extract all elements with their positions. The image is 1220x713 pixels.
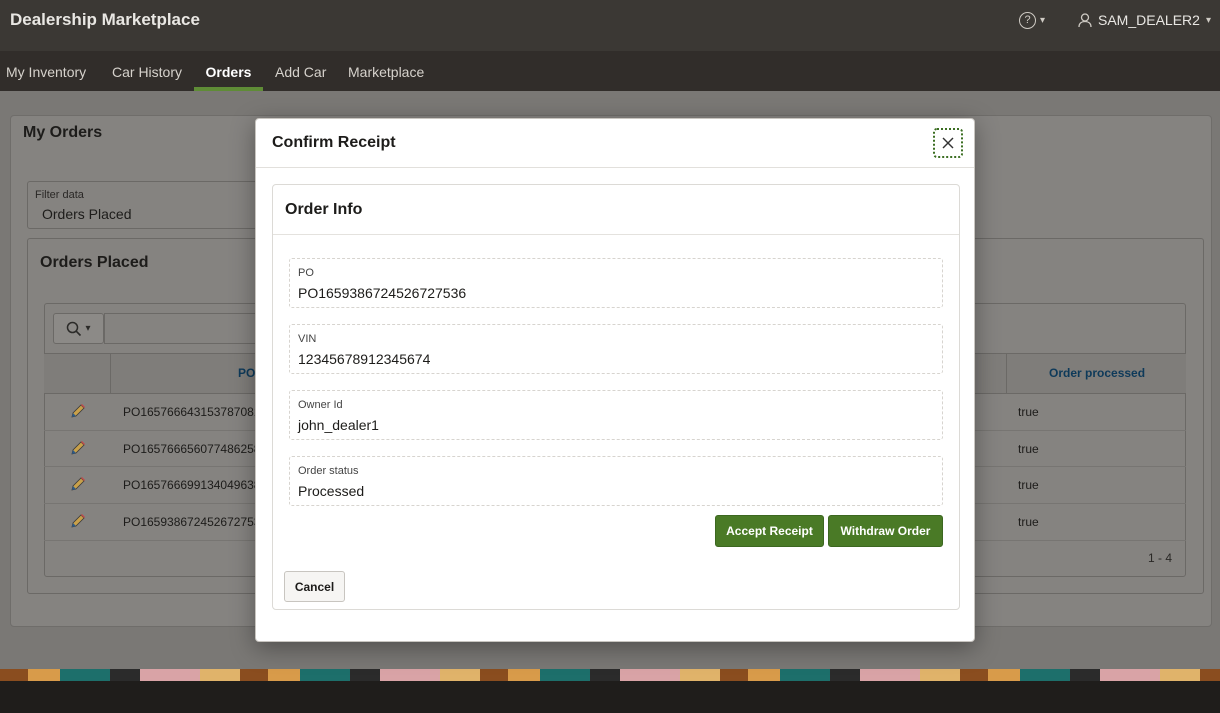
chevron-down-icon: ▾	[85, 323, 91, 334]
grid-divider	[110, 354, 111, 393]
nav-item-marketplace[interactable]: Marketplace	[342, 51, 430, 91]
chevron-down-icon: ▾	[1040, 14, 1046, 26]
grid-search-input[interactable]	[104, 313, 264, 344]
confirm-receipt-dialog: Confirm Receipt Order Info PO PO16593867…	[255, 118, 975, 642]
nav-item-my-inventory[interactable]: My Inventory	[0, 51, 92, 91]
dialog-title: Confirm Receipt	[272, 134, 396, 151]
accept-receipt-button[interactable]: Accept Receipt	[715, 515, 824, 547]
order-info-region: Order Info PO PO1659386724526727536 VIN …	[272, 184, 960, 610]
po-cell: PO1657666991340496387	[123, 478, 268, 492]
nav-item-car-history[interactable]: Car History	[106, 51, 188, 91]
footer	[0, 681, 1220, 713]
po-cell: PO1659386724526727536	[123, 515, 268, 529]
po-cell: PO1657666560774862587	[123, 442, 268, 456]
field-value: PO1659386724526727536	[298, 285, 467, 301]
chevron-down-icon: ▾	[1205, 14, 1211, 26]
help-menu-button[interactable]: ? ▾	[1019, 10, 1045, 30]
processed-cell: true	[1018, 405, 1039, 419]
field-value: john_dealer1	[298, 417, 379, 433]
po-cell: PO1657666431537870817	[123, 405, 268, 419]
search-column-button[interactable]: ▾	[53, 313, 104, 344]
field-label: VIN	[298, 333, 317, 345]
processed-cell: true	[1018, 478, 1039, 492]
filter-label: Filter data	[35, 189, 84, 201]
vin-field[interactable]: VIN 12345678912345674	[289, 324, 943, 374]
help-circle-icon: ?	[1019, 11, 1036, 29]
order-status-field[interactable]: Order status Processed	[289, 456, 943, 506]
processed-cell: true	[1018, 515, 1039, 529]
close-button[interactable]	[933, 128, 963, 158]
pencil-icon[interactable]	[69, 512, 87, 530]
field-label: Owner Id	[298, 399, 343, 411]
cancel-button[interactable]: Cancel	[284, 571, 345, 602]
owner-id-field[interactable]: Owner Id john_dealer1	[289, 390, 943, 440]
pagination-label: 1 - 4	[1148, 551, 1173, 565]
pencil-icon[interactable]	[69, 402, 87, 420]
close-icon	[942, 137, 954, 149]
nav-item-add-car[interactable]: Add Car	[269, 51, 332, 91]
processed-cell: true	[1018, 442, 1039, 456]
field-label: Order status	[298, 465, 359, 477]
section-divider	[273, 234, 959, 235]
user-name: SAM_DEALER2	[1098, 12, 1200, 28]
field-value: Processed	[298, 483, 365, 499]
search-icon	[67, 321, 82, 336]
app-title[interactable]: Dealership Marketplace	[10, 10, 200, 30]
pencil-icon[interactable]	[69, 475, 87, 493]
field-label: PO	[298, 267, 314, 279]
filter-value: Orders Placed	[42, 206, 132, 222]
region-title: My Orders	[23, 124, 103, 141]
orders-region-title: Orders Placed	[40, 254, 149, 271]
pencil-icon[interactable]	[69, 439, 87, 457]
grid-divider	[1006, 354, 1007, 393]
column-header-order-processed[interactable]: Order processed	[1049, 366, 1145, 380]
dialog-header-divider	[256, 167, 974, 168]
footer-decoration	[0, 669, 1220, 681]
user-menu-button[interactable]: SAM_DEALER2 ▾	[1078, 10, 1211, 30]
section-title: Order Info	[285, 201, 363, 218]
main-nav: My Inventory Car History Orders Add Car …	[0, 51, 1220, 91]
column-header-po[interactable]: PO	[238, 366, 255, 380]
user-icon	[1078, 12, 1092, 27]
field-value: 12345678912345674	[298, 351, 431, 367]
withdraw-order-button[interactable]: Withdraw Order	[828, 515, 943, 547]
nav-item-orders[interactable]: Orders	[194, 51, 263, 91]
top-header: Dealership Marketplace ? ▾ SAM_DEALER2 ▾	[0, 0, 1220, 51]
po-field[interactable]: PO PO1659386724526727536	[289, 258, 943, 308]
filter-select[interactable]: Filter data Orders Placed	[27, 181, 261, 229]
